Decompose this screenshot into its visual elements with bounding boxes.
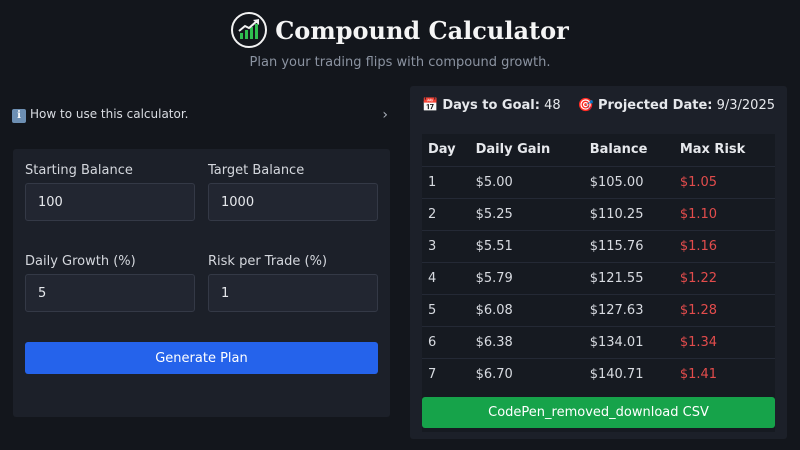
balance-cell: $121.55 — [583, 261, 674, 294]
table-row: 1 $5.00 $105.00 $1.05 — [422, 165, 775, 198]
how-to-label-group: i How to use this calculator. — [12, 107, 189, 123]
day-cell: 1 — [422, 165, 470, 198]
daily-gain-cell: $5.79 — [469, 261, 584, 294]
day-cell: 4 — [422, 261, 470, 294]
day-cell: 6 — [422, 325, 470, 358]
day-cell: 3 — [422, 229, 470, 262]
target-balance-input[interactable] — [208, 183, 378, 221]
daily-gain-cell: $5.25 — [469, 197, 584, 230]
daily-growth-label: Daily Growth (%) — [25, 254, 136, 269]
risk-per-trade-input[interactable] — [208, 274, 378, 312]
max-risk-cell: $1.41 — [673, 357, 775, 390]
max-risk-cell: $1.34 — [673, 325, 775, 358]
table-row: 4 $5.79 $121.55 $1.22 — [422, 261, 775, 294]
day-cell: 7 — [422, 357, 470, 390]
column-header: Balance — [589, 142, 648, 158]
daily-gain-cell: $5.51 — [469, 229, 584, 262]
table-row: 7 $6.70 $140.71 $1.41 — [422, 357, 775, 390]
calendar-icon: 📅 — [422, 98, 439, 113]
max-risk-cell: $1.05 — [673, 165, 775, 198]
day-cell: 2 — [422, 197, 470, 230]
plan-table: Day Daily Gain Balance Max Risk 1 $5.00 … — [422, 134, 775, 390]
plan-table-scroll[interactable]: Day Daily Gain Balance Max Risk 1 $5.00 … — [422, 134, 775, 432]
target-dart-icon: 🎯 — [577, 98, 594, 113]
table-row: 3 $5.51 $115.76 $1.16 — [422, 229, 775, 262]
generate-plan-button[interactable]: Generate Plan — [25, 342, 378, 374]
balance-cell: $140.71 — [583, 357, 674, 390]
daily-gain-cell: $6.38 — [469, 325, 584, 358]
app-header: Compound Calculator — [0, 12, 800, 48]
daily-growth-input[interactable] — [25, 274, 195, 312]
max-risk-cell: $1.28 — [673, 293, 775, 326]
info-icon: i — [12, 109, 26, 123]
max-risk-cell: $1.16 — [673, 229, 775, 262]
table-header-row: Day Daily Gain Balance Max Risk — [422, 134, 775, 166]
balance-cell: $105.00 — [583, 165, 674, 198]
days-to-goal-value: 48 — [544, 98, 561, 113]
target-balance-label: Target Balance — [208, 163, 305, 178]
table-row: 6 $6.38 $134.01 $1.34 — [422, 325, 775, 358]
daily-gain-cell: $6.08 — [469, 293, 584, 326]
projected-date-label: Projected Date: — [597, 98, 713, 113]
balance-cell: $115.76 — [583, 229, 674, 262]
table-row: 2 $5.25 $110.25 $1.10 — [422, 197, 775, 230]
input-form-card: Starting Balance Target Balance Daily Gr… — [13, 149, 390, 417]
balance-cell: $110.25 — [583, 197, 674, 230]
daily-gain-cell: $5.00 — [469, 165, 584, 198]
projected-date-value: 9/3/2025 — [716, 98, 775, 113]
chevron-right-icon: › — [382, 107, 388, 123]
column-header: Daily Gain — [475, 142, 551, 158]
download-csv-button[interactable]: CodePen_removed_download CSV — [422, 397, 775, 428]
stats-row: 📅 Days to Goal: 48 🎯 Projected Date: 9/3… — [422, 98, 775, 118]
risk-per-trade-label: Risk per Trade (%) — [208, 254, 328, 269]
max-risk-cell: $1.22 — [673, 261, 775, 294]
page-title: Compound Calculator — [275, 15, 569, 45]
starting-balance-label: Starting Balance — [25, 163, 133, 178]
table-row: 5 $6.08 $127.63 $1.28 — [422, 293, 775, 326]
trending-up-chart-icon — [231, 12, 268, 48]
balance-cell: $127.63 — [583, 293, 674, 326]
results-panel: 📅 Days to Goal: 48 🎯 Projected Date: 9/3… — [410, 86, 787, 439]
how-to-label: How to use this calculator. — [30, 107, 189, 121]
projected-date: 🎯 Projected Date: 9/3/2025 — [578, 98, 775, 118]
table-body: 1 $5.00 $105.00 $1.05 2 $5.25 $110.25 $1… — [422, 165, 775, 390]
starting-balance-input[interactable] — [25, 183, 195, 221]
how-to-use-toggle[interactable]: i How to use this calculator. › — [12, 105, 390, 125]
days-to-goal: 📅 Days to Goal: 48 — [422, 98, 561, 118]
column-header: Day — [428, 142, 456, 158]
max-risk-cell: $1.10 — [673, 197, 775, 230]
column-header: Max Risk — [679, 142, 746, 158]
page-subtitle: Plan your trading flips with compound gr… — [249, 55, 551, 70]
balance-cell: $134.01 — [583, 325, 674, 358]
daily-gain-cell: $6.70 — [469, 357, 584, 390]
day-cell: 5 — [422, 293, 470, 326]
days-to-goal-label: Days to Goal: — [442, 98, 540, 113]
